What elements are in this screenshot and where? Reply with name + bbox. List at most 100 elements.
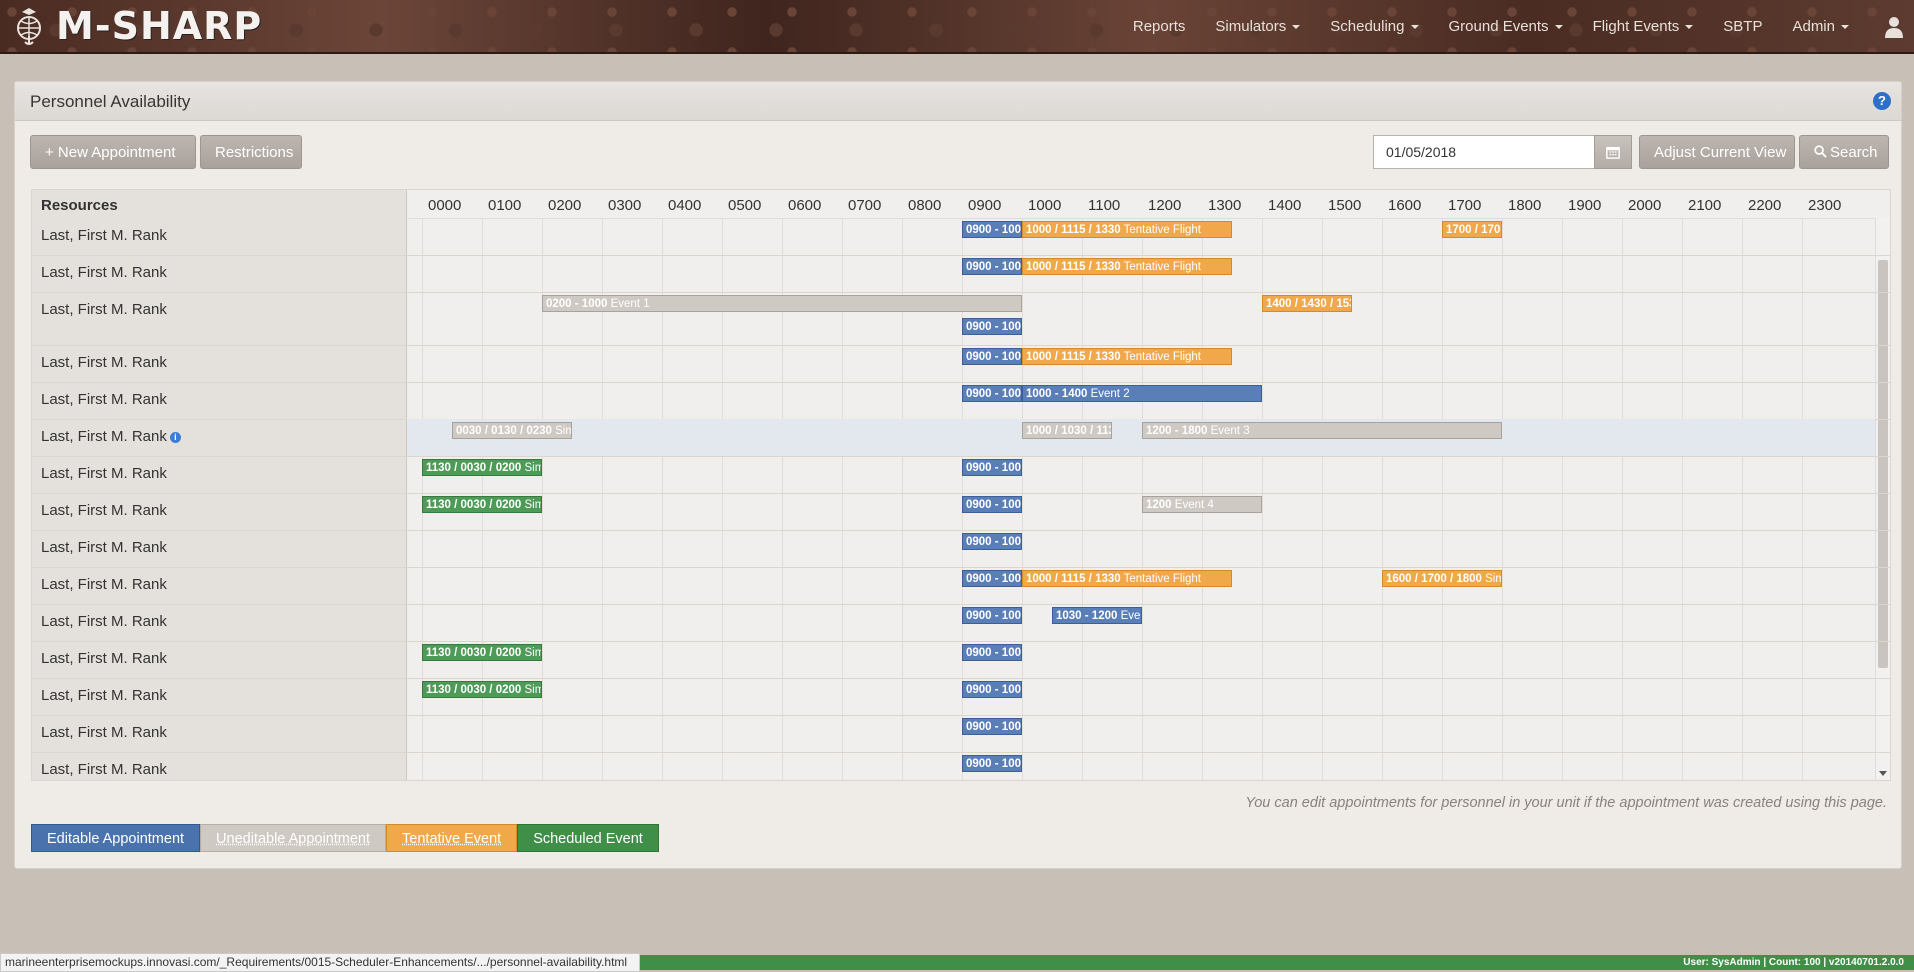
status-url: marineenterprisemockups.innovasi.com/_Re…	[0, 953, 641, 972]
resource-name[interactable]: Last, First M. Rank	[41, 687, 167, 704]
restrictions-button[interactable]: Restrictions	[200, 135, 302, 169]
adjust-current-view-label: Adjust Current View	[1654, 144, 1787, 161]
resource-name[interactable]: Last, First M. Rank	[41, 576, 167, 593]
row-divider	[32, 715, 1890, 716]
event-block[interactable]: 0900 - 1000	[962, 258, 1022, 275]
event-block[interactable]: 1000 / 1115 / 1330 Tentative Flight	[1022, 258, 1232, 275]
personnel-availability-panel: Personnel Availability ? + New Appointme…	[14, 81, 1902, 869]
hour-label: 1200	[1148, 197, 1182, 214]
nav-sbtp[interactable]: SBTP	[1708, 18, 1777, 35]
resource-name[interactable]: Last, First M. Rank	[41, 613, 167, 630]
vertical-scrollbar[interactable]	[1875, 218, 1890, 780]
new-appointment-button[interactable]: + New Appointment	[30, 135, 196, 169]
event-block[interactable]: 1200 - 1800 Event 3	[1142, 422, 1502, 439]
nav-label: Flight Events	[1592, 17, 1680, 35]
nav-reports[interactable]: Reports	[1118, 18, 1201, 35]
legend-editable-appointment: Editable Appointment	[31, 824, 201, 852]
help-icon[interactable]: ?	[1873, 92, 1891, 110]
event-block[interactable]: 0900 - 1000	[962, 570, 1022, 587]
resource-name[interactable]: Last, First M. Rank	[41, 264, 167, 281]
hour-label: 1500	[1328, 197, 1362, 214]
resource-label: Last, First M. Rank	[41, 724, 167, 741]
event-time: 1000 / 1115 / 1330	[1026, 573, 1121, 585]
search-button[interactable]: Search	[1799, 135, 1889, 169]
nav-scheduling[interactable]: Scheduling	[1315, 18, 1433, 35]
event-block[interactable]: 1200 Event 4	[1142, 496, 1262, 513]
event-time: 1130 / 0030 / 0200	[426, 499, 522, 511]
scroll-down-arrow-icon[interactable]	[1879, 771, 1887, 776]
event-time: 0900 - 1000	[966, 261, 1022, 273]
event-block[interactable]: 0900 - 1000	[962, 348, 1022, 365]
nav-ground-events[interactable]: Ground Events	[1434, 18, 1578, 35]
brand-name: M-SHARP	[56, 4, 263, 48]
event-block[interactable]: 1000 / 1115 / 1330 Tentative Flight	[1022, 570, 1232, 587]
nav-flight-events[interactable]: Flight Events	[1578, 18, 1709, 35]
new-appointment-label: + New Appointment	[45, 144, 176, 161]
event-time: 0900 - 1000	[966, 610, 1022, 622]
event-block[interactable]: 0900 - 1000	[962, 718, 1022, 735]
resource-label: Last, First M. Rank	[41, 502, 167, 519]
event-block[interactable]: 1030 - 1200 Event	[1052, 607, 1142, 624]
hour-label: 0000	[428, 197, 462, 214]
resource-label: Last, First M. Rank	[41, 264, 167, 281]
event-block[interactable]: 0900 - 1000	[962, 533, 1022, 550]
event-block[interactable]: 0900 - 1000	[962, 681, 1022, 698]
event-block[interactable]: 0900 - 1000	[962, 644, 1022, 661]
resource-name[interactable]: Last, First M. Rank i	[41, 428, 181, 445]
legend: Editable Appointment Uneditable Appointm…	[31, 824, 659, 852]
hour-label: 2100	[1688, 197, 1722, 214]
brand-logo[interactable]: M-SHARP	[12, 4, 262, 48]
hour-label: 1900	[1568, 197, 1602, 214]
event-time: 0900 - 1000	[966, 684, 1022, 696]
event-block[interactable]: 1130 / 0030 / 0200 Sim	[422, 459, 542, 476]
event-time: 1000 - 1400	[1026, 388, 1088, 400]
event-block[interactable]: 1700 / 1700	[1442, 221, 1502, 238]
event-time: 1700 / 1700	[1446, 224, 1502, 236]
event-block[interactable]: 1000 / 1030 / 1130	[1022, 422, 1112, 439]
resource-name[interactable]: Last, First M. Rank	[41, 465, 167, 482]
event-block[interactable]: 0900 - 1000	[962, 221, 1022, 238]
event-block[interactable]: 0900 - 1000	[962, 318, 1022, 335]
calendar-button[interactable]	[1594, 135, 1632, 169]
event-block[interactable]: 1130 / 0030 / 0200 Sim	[422, 496, 542, 513]
scrollbar-thumb[interactable]	[1878, 260, 1888, 668]
resource-name[interactable]: Last, First M. Rank	[41, 539, 167, 556]
hours-header: 0000 0100 0200 0300 0400 0500 0600 0700 0800 0900…	[406, 190, 1890, 219]
resource-name[interactable]: Last, First M. Rank	[41, 724, 167, 741]
event-block[interactable]: 1130 / 0030 / 0200 Sim	[422, 644, 542, 661]
resource-name[interactable]: Last, First M. Rank	[41, 502, 167, 519]
event-block[interactable]: 1400 / 1430 / 1530	[1262, 295, 1352, 312]
event-time: 1000 / 1115 / 1330	[1026, 224, 1121, 236]
eagle-globe-anchor-icon	[17, 8, 41, 45]
hour-gridline	[1622, 218, 1623, 780]
event-block[interactable]: 1000 - 1400 Event 2	[1022, 385, 1262, 402]
event-block[interactable]: 0200 - 1000 Event 1	[542, 295, 1022, 312]
resource-name[interactable]: Last, First M. Rank	[41, 650, 167, 667]
resource-name[interactable]: Last, First M. Rank	[41, 761, 167, 778]
resource-name[interactable]: Last, First M. Rank	[41, 301, 167, 318]
user-icon[interactable]	[1884, 16, 1904, 38]
adjust-current-view-button[interactable]: Adjust Current View	[1639, 135, 1795, 169]
event-block[interactable]: 0900 - 1000	[962, 755, 1022, 772]
event-block[interactable]: 1000 / 1115 / 1330 Tentative Flight	[1022, 221, 1232, 238]
date-input[interactable]	[1373, 135, 1595, 169]
event-block[interactable]: 0900 - 1000	[962, 385, 1022, 402]
resource-name[interactable]: Last, First M. Rank	[41, 227, 167, 244]
caret-down-icon	[1410, 24, 1419, 29]
event-block[interactable]: 0030 / 0130 / 0230 Sim	[452, 422, 572, 439]
event-block[interactable]: 0900 - 1000	[962, 459, 1022, 476]
event-block[interactable]: 1130 / 0030 / 0200 Sim	[422, 681, 542, 698]
nav-simulators[interactable]: Simulators	[1200, 18, 1315, 35]
hour-label: 0800	[908, 197, 942, 214]
event-block[interactable]: 0900 - 1000	[962, 607, 1022, 624]
event-block[interactable]: 0900 - 1000	[962, 496, 1022, 513]
event-title: Sim	[555, 425, 571, 437]
event-block[interactable]: 1600 / 1700 / 1800 Sim	[1382, 570, 1502, 587]
nav-admin[interactable]: Admin	[1777, 18, 1864, 35]
hour-label: 1000	[1028, 197, 1062, 214]
info-icon[interactable]: i	[169, 431, 181, 443]
resource-name[interactable]: Last, First M. Rank	[41, 391, 167, 408]
resource-name[interactable]: Last, First M. Rank	[41, 354, 167, 371]
event-time: 0900 - 1000	[966, 388, 1022, 400]
event-block[interactable]: 1000 / 1115 / 1330 Tentative Flight	[1022, 348, 1232, 365]
